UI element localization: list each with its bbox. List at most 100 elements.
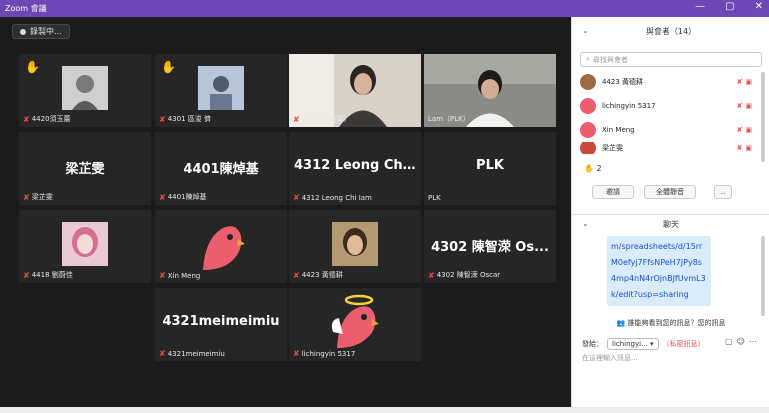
party-parrot-icon (203, 226, 245, 270)
tile-name: PLK (428, 194, 441, 202)
participant-tile[interactable]: 4302 陳智溁 Os... ✘ 4302 陳智溁 Oscar (424, 210, 556, 283)
mic-muted-icon: ✘ (23, 114, 30, 124)
avatar (580, 98, 596, 114)
mic-muted-icon: ✘ (159, 114, 166, 124)
mic-muted-icon: ✘ (293, 193, 300, 202)
mic-muted-icon: ✘ (23, 192, 30, 202)
mic-muted-icon: ✘ (293, 349, 300, 358)
mic-muted-icon: ✘ (293, 270, 300, 280)
participants-scrollbar[interactable] (761, 72, 765, 162)
tile-name: ✘ Xin Meng (159, 271, 201, 280)
window-controls: — ▢ ✕ (695, 1, 763, 12)
tile-name: ✘ 4401陳焯基 (159, 192, 207, 202)
avatar (580, 122, 596, 138)
video-gallery: 錄製中... ✋ ✘ 4420須玉蕾 ✋ ✘ 4301 區浚 儕 ✘ 何萍（社委試） … (0, 17, 571, 407)
window-bottom-edge (0, 407, 769, 413)
tile-name: ✘ 4301 區浚 儕 (159, 114, 211, 124)
anime-avatar (198, 66, 244, 110)
participant-tile[interactable]: 4401陳焯基 ✘ 4401陳焯基 (155, 132, 287, 205)
tile-name: ✘ lichingyin 5317 (293, 349, 356, 358)
divider (572, 214, 769, 215)
recording-indicator[interactable]: 錄製中... (12, 24, 70, 39)
participant-search-input[interactable]: ⌕ 尋找與會者 (580, 52, 762, 67)
participant-tile[interactable]: 梁芷雯 ✘ 梁芷雯 (19, 132, 151, 205)
chat-tools: ▢☺⋯ (725, 337, 761, 346)
raised-hand-icon: ✋ (25, 60, 40, 74)
recording-label: 錄製中... (30, 27, 62, 36)
photo-avatar (332, 222, 378, 266)
participant-list-item[interactable]: Xin Meng ✘▣ (580, 118, 755, 142)
chat-input[interactable]: 在這裡輸入訊息... (582, 353, 638, 363)
tile-name: ✘ 4312 Leong Chi Iam (293, 193, 372, 202)
tile-name: ✘ 4321meimeimiu (159, 349, 225, 358)
participant-list-item[interactable]: 4423 黃德耕 ✘▣ (580, 70, 755, 94)
angel-parrot-icon (331, 294, 379, 348)
participant-tile[interactable]: 4321meimeimiu ✘ 4321meimeimiu (155, 288, 287, 361)
private-message-label: （私密訊息） (662, 340, 705, 348)
more-icon[interactable]: ⋯ (749, 337, 761, 346)
mic-video-muted-icons[interactable]: ✘▣ (737, 126, 755, 134)
chat-scrollbar[interactable] (761, 236, 765, 316)
mic-muted-icon: ✘ (428, 270, 435, 280)
more-options-button[interactable]: .. (714, 185, 732, 199)
participant-tile-active-speaker[interactable]: Lam（PLK） (424, 54, 556, 127)
participant-tile[interactable]: ✘ lichingyin 5317 (289, 288, 421, 361)
participants-title: 與會者（14） (645, 27, 697, 36)
mic-video-muted-icons[interactable]: ✘▣ (737, 102, 755, 110)
mic-muted-icon: ✘ (159, 271, 166, 280)
tile-name: ✘ 4418 劉蔚佳 (23, 270, 73, 280)
participant-display-name: 4302 陳智溁 Os... (431, 240, 549, 255)
participant-tile[interactable]: ✋ ✘ 4420須玉蕾 (19, 54, 151, 127)
maximize-button[interactable]: ▢ (725, 1, 734, 12)
close-button[interactable]: ✕ (755, 1, 763, 12)
avatar (580, 142, 596, 154)
emoji-icon[interactable]: ☺ (737, 337, 749, 346)
tile-name: ✘ 梁芷雯 (23, 192, 53, 202)
participant-display-name: 4401陳焯基 (183, 162, 259, 177)
anime-girl-avatar (62, 222, 108, 266)
recipient-select[interactable]: lichingyi... ▾ (607, 338, 659, 350)
mic-muted-icon: ✘ (293, 114, 300, 124)
participant-display-name: PLK (476, 158, 504, 173)
cat-avatar (62, 66, 108, 110)
participant-list-item[interactable]: lichingyin 5317 ✘▣ (580, 94, 755, 118)
participant-tile[interactable]: ✘ 何萍（社委試） (289, 54, 421, 127)
participant-tile[interactable]: PLK PLK (424, 132, 556, 205)
record-icon (20, 28, 26, 35)
invite-button[interactable]: 邀請 (592, 185, 634, 199)
tile-name: ✘ 4420須玉蕾 (23, 114, 71, 124)
people-icon: 👥 (616, 319, 626, 327)
chat-title: 聊天 (663, 220, 679, 229)
participant-tile[interactable]: ✘ Xin Meng (155, 210, 287, 283)
mic-muted-icon: ✘ (159, 349, 166, 358)
window-title: Zoom 會議 (5, 4, 47, 13)
search-icon: ⌕ (586, 55, 590, 63)
raised-hand-icon: ✋ (161, 60, 176, 74)
participant-tile[interactable]: 4312 Leong Chi... ✘ 4312 Leong Chi Iam (289, 132, 421, 205)
tile-name: ✘ 4423 黃德耕 (293, 270, 343, 280)
mic-video-muted-icons[interactable]: ✘▣ (737, 78, 755, 86)
participant-tile[interactable]: ✋ ✘ 4301 區浚 儕 (155, 54, 287, 127)
avatar (580, 74, 596, 90)
minimize-button[interactable]: — (695, 1, 705, 12)
raised-hand-icon: ✋ (584, 164, 594, 173)
participant-display-name: 4321meimeimiu (162, 314, 280, 329)
participant-display-name: 4312 Leong Chi... (294, 158, 421, 173)
chat-visibility-notice: 👥 誰能夠看到您的訊息？您的訊息 (616, 319, 726, 327)
mic-muted-icon: ✘ (159, 192, 166, 202)
participant-list-item[interactable]: 梁芷雯 ✘▣ (580, 142, 755, 154)
chat-message-link[interactable]: m/spreadsheets/d/15rrM0efyj7FfsNPeH7JPy8… (607, 236, 711, 306)
tile-name: ✘ 何萍（社委試） (293, 114, 351, 124)
file-icon[interactable]: ▢ (725, 337, 737, 346)
mic-video-muted-icons[interactable]: ✘▣ (737, 144, 755, 152)
participant-display-name: 梁芷雯 (65, 162, 105, 177)
participant-tile[interactable]: ✘ 4423 黃德耕 (289, 210, 421, 283)
title-bar: Zoom 會議 — ▢ ✕ (0, 0, 769, 17)
tile-name: Lam（PLK） (428, 115, 470, 123)
raised-hands-count: ✋ 2 (584, 164, 602, 173)
mute-all-button[interactable]: 全體靜音 (644, 185, 696, 199)
send-to-row: 發給： lichingyi... ▾ （私密訊息） (582, 338, 705, 350)
participant-tile[interactable]: ✘ 4418 劉蔚佳 (19, 210, 151, 283)
side-panel: ⌄ 與會者（14） ⌕ 尋找與會者 4423 黃德耕 ✘▣ lichingyin… (571, 17, 769, 407)
tile-name: ✘ 4302 陳智溁 Oscar (428, 270, 501, 280)
